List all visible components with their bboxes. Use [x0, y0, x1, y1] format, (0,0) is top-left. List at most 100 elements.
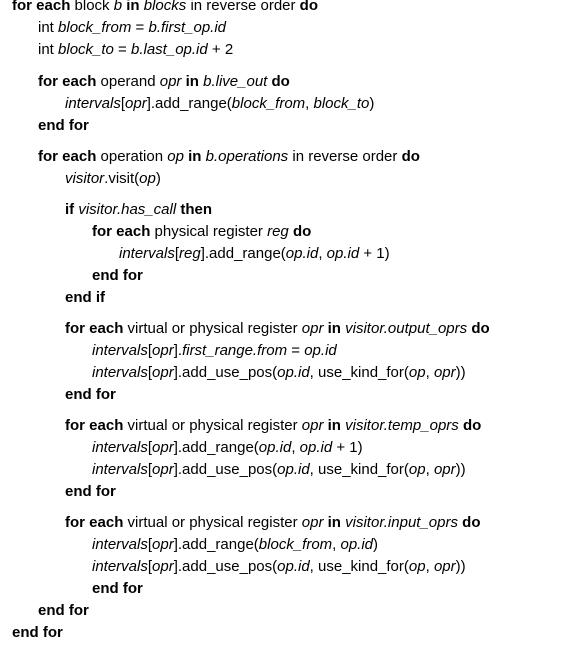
keyword: end for [65, 483, 116, 500]
code-text: = [131, 19, 149, 36]
identifier: opr [159, 73, 182, 90]
keyword: then [180, 201, 213, 218]
identifier: op.id [258, 439, 292, 456]
identifier: opr [152, 536, 174, 553]
identifier: first_range.from [182, 342, 288, 359]
code-line: for each block b in blocks in reverse or… [12, 0, 318, 15]
code-text: , [425, 364, 434, 381]
code-text: ) [155, 170, 161, 187]
code-text: , [305, 95, 314, 112]
identifier: b.operations [205, 148, 289, 165]
code-text: ].add_use_pos( [173, 364, 278, 381]
code-line: end for [92, 267, 143, 285]
code-line: intervals[opr].add_range(op.id, op.id + … [92, 439, 363, 457]
identifier: intervals [92, 364, 148, 381]
keyword: in [126, 0, 140, 14]
identifier: op.id [299, 439, 333, 456]
identifier: opr [152, 342, 174, 359]
identifier: op [408, 558, 426, 575]
code-text: , [425, 558, 434, 575]
identifier: block_from [231, 95, 306, 112]
identifier: opr [125, 95, 147, 112]
identifier: visitor [65, 170, 105, 187]
code-text: , [318, 245, 327, 262]
identifier: block_from [258, 536, 333, 553]
keyword: in [185, 73, 199, 90]
keyword: end for [38, 117, 89, 134]
keyword: for each [92, 223, 151, 240]
identifier: visitor.temp_oprs [345, 417, 459, 434]
code-line: intervals[opr].add_range(block_from, blo… [65, 95, 374, 113]
code-text: , [332, 536, 341, 553]
code-text: + 1) [359, 245, 390, 262]
keyword: do [462, 417, 482, 434]
identifier: opr [152, 364, 174, 381]
code-text: ].add_use_pos( [173, 558, 278, 575]
keyword: do [401, 148, 420, 165]
identifier: intervals [92, 439, 148, 456]
code-line: int block_from = b.first_op.id [38, 19, 226, 37]
keyword: for each [38, 73, 97, 90]
code-line: for each operand opr in b.live_out do [38, 73, 290, 91]
identifier: op [139, 170, 156, 187]
identifier: reg [179, 245, 201, 262]
code-text: = [287, 342, 305, 359]
identifier: op.id [340, 536, 374, 553]
identifier: b.live_out [203, 73, 268, 90]
keyword: end for [38, 602, 89, 619]
code-line: intervals[opr].add_range(block_from, op.… [92, 536, 378, 554]
keyword: end if [65, 289, 105, 306]
keyword: for each [65, 320, 124, 337]
identifier: op.id [277, 461, 310, 478]
code-text: , [291, 439, 300, 456]
identifier: opr [152, 558, 174, 575]
code-line: end for [38, 602, 89, 620]
code-text: operation [96, 148, 168, 165]
keyword: in [327, 417, 341, 434]
code-line: intervals[opr].add_use_pos(op.id, use_ki… [92, 461, 466, 479]
identifier: opr [152, 439, 174, 456]
identifier: b.last_op.id [131, 41, 208, 58]
identifier: opr [301, 417, 324, 434]
keyword: do [299, 0, 318, 14]
identifier: blocks [143, 0, 187, 14]
code-text: + 2 [207, 41, 234, 58]
code-text: in reverse order [288, 148, 402, 165]
code-text: )) [455, 364, 466, 381]
code-line: if visitor.has_call then [65, 201, 212, 219]
keyword: end for [12, 624, 63, 641]
code-line: for each physical register reg do [92, 223, 311, 241]
identifier: op.id [304, 342, 337, 359]
identifier: op.id [285, 245, 319, 262]
code-line: intervals[opr].add_use_pos(op.id, use_ki… [92, 558, 466, 576]
identifier: intervals [92, 342, 148, 359]
code-line: end if [65, 289, 105, 307]
code-line: end for [92, 580, 143, 598]
identifier: visitor.has_call [78, 201, 177, 218]
identifier: intervals [65, 95, 121, 112]
identifier: opr [433, 364, 456, 381]
keyword: in [327, 514, 341, 531]
code-text: ].add_range( [173, 536, 259, 553]
code-text: ) [369, 95, 375, 112]
identifier: block_from [58, 19, 132, 36]
code-line: for each virtual or physical register op… [65, 514, 480, 532]
identifier: opr [301, 320, 324, 337]
identifier: block_to [313, 95, 370, 112]
code-text: , use_kind_for( [309, 558, 409, 575]
code-line: intervals[opr].add_use_pos(op.id, use_ki… [92, 364, 466, 382]
code-line: for each operation op in b.operations in… [38, 148, 420, 166]
identifier: visitor.input_oprs [345, 514, 458, 531]
identifier: reg [267, 223, 289, 240]
code-line: visitor.visit(op) [65, 170, 161, 188]
code-text: .visit( [104, 170, 140, 187]
code-line: int block_to = b.last_op.id + 2 [38, 41, 233, 59]
keyword: in [327, 320, 341, 337]
code-line: end for [65, 483, 116, 501]
keyword: if [65, 201, 75, 218]
code-text: virtual or physical register [123, 320, 302, 337]
identifier: intervals [92, 536, 148, 553]
identifier: opr [152, 461, 174, 478]
identifier: op [408, 461, 426, 478]
identifier: op.id [277, 558, 310, 575]
